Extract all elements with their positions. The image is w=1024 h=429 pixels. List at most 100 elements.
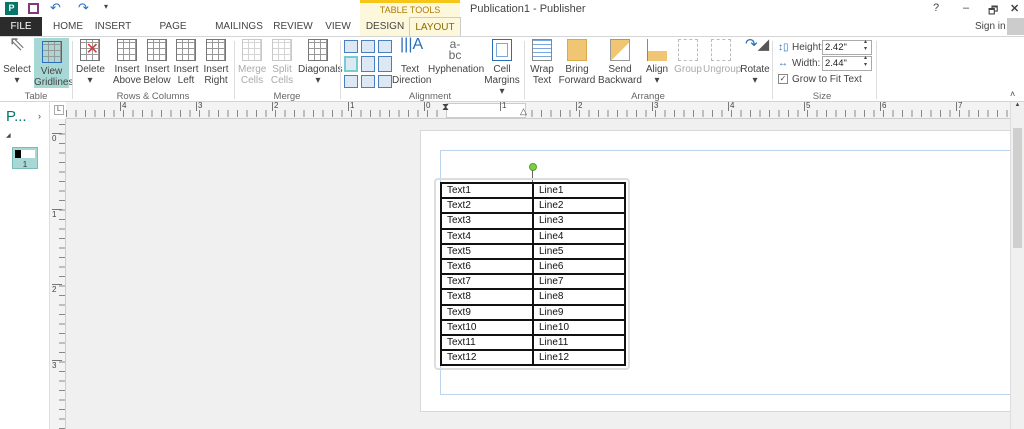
table-row[interactable]: Text4 Line4 [440,227,626,245]
table-row[interactable]: Text10 Line10 [440,318,626,336]
group-button[interactable]: Group [673,39,703,75]
table-cell[interactable]: Text10 [440,318,534,336]
table-cell[interactable]: Line1 [532,181,626,200]
tab-layout[interactable]: LAYOUT [409,17,461,36]
table-cell[interactable]: Line6 [532,257,626,276]
avatar[interactable] [1007,18,1024,35]
table-cell[interactable]: Text11 [440,333,534,352]
align-bottom-left-icon[interactable] [344,74,358,88]
scroll-up-icon[interactable]: ▲ [1011,102,1024,108]
page-thumbnail[interactable]: 1 [12,147,38,169]
table-cell[interactable]: Line2 [532,197,626,215]
tab-selector[interactable]: L [54,105,64,115]
tab-insert[interactable]: INSERT [92,17,134,36]
tab-home[interactable]: HOME [48,17,88,36]
data-table[interactable]: Text1 Line1 Text2 Line2 Text3 Line3 Text4 Line4… [440,181,626,367]
table-cell[interactable]: Text6 [440,257,534,276]
table-row[interactable]: Text1 Line1 [440,181,626,200]
undo-icon[interactable]: ↶ [50,0,61,16]
send-backward-button[interactable]: Send Backward [598,39,642,86]
expand-pane-icon[interactable]: › [38,111,41,121]
help-button[interactable]: ? [933,2,939,14]
table-cell[interactable]: Text4 [440,227,534,245]
align-top-right-icon[interactable] [378,40,392,54]
vertical-scrollbar[interactable]: ▲ [1010,102,1024,429]
rotation-handle[interactable] [529,163,537,171]
table-cell[interactable]: Line9 [532,303,626,321]
tab-review[interactable]: REVIEW [272,17,314,36]
delete-button[interactable]: ✕ Delete ▾ [76,39,105,86]
ungroup-button[interactable]: Ungroup [703,39,741,75]
table-cell[interactable]: Line3 [532,212,626,230]
scroll-thumb[interactable] [1013,128,1022,248]
table-cell[interactable]: Text12 [440,349,534,367]
ruler-label: 5 [804,101,811,111]
table-cell[interactable]: Text8 [440,288,534,306]
table-row[interactable]: Text5 Line5 [440,242,626,260]
align-center-right-icon[interactable] [378,56,392,72]
table-cell[interactable]: Text7 [440,273,534,291]
tab-design[interactable]: DESIGN [360,17,410,36]
insert-left-button[interactable]: Insert Left [172,39,200,86]
merge-cells-button[interactable]: Merge Cells [238,39,266,86]
collapse-ribbon-icon[interactable]: ˄ [1010,89,1015,99]
table-cell[interactable]: Line4 [532,227,626,245]
table-row[interactable]: Text12 Line12 [440,349,626,367]
bring-forward-button[interactable]: Bring Forward [558,39,596,86]
tab-view[interactable]: VIEW [322,17,354,36]
table-row[interactable]: Text11 Line11 [440,333,626,352]
save-icon[interactable] [28,3,39,14]
view-gridlines-button[interactable]: View Gridlines [34,38,73,88]
table-cell[interactable]: Text2 [440,197,534,215]
table-cell[interactable]: Line10 [532,318,626,336]
table-cell[interactable]: Text5 [440,242,534,260]
table-cell[interactable]: Text3 [440,212,534,230]
tab-mailings[interactable]: MAILINGS [214,17,264,36]
table-cell[interactable]: Line8 [532,288,626,306]
height-spinner[interactable]: ▴ ▾ [864,39,867,53]
left-indent-marker[interactable]: ⧗ [442,102,449,113]
horizontal-ruler[interactable]: L 4 3 2 1 0 1 2 3 4 5 6 7 ⧗ △ [54,101,1010,119]
right-indent-marker[interactable]: △ [520,106,527,117]
table-row[interactable]: Text8 Line8 [440,288,626,306]
insert-right-button[interactable]: Insert Right [202,39,230,86]
customize-qat-icon[interactable]: ▾ [104,2,108,11]
table-cell[interactable]: Line5 [532,242,626,260]
table-cell[interactable]: Line11 [532,333,626,352]
cell-margins-button[interactable]: Cell Margins ▾ [484,39,520,97]
table-row[interactable]: Text7 Line7 [440,273,626,291]
table-cell[interactable]: Text1 [440,181,534,200]
table-cell[interactable]: Line12 [532,349,626,367]
align-button[interactable]: Align ▾ [644,39,670,86]
tab-page-design[interactable]: PAGE DESIGN [140,17,206,51]
rotate-button[interactable]: ↷◢ Rotate ▾ [739,37,771,86]
table-cell[interactable]: Line7 [532,273,626,291]
align-bottom-right-icon[interactable] [378,74,392,88]
align-bottom-center-icon[interactable] [361,74,375,88]
hyphenation-button[interactable]: a-bc Hyphenation [428,38,484,75]
wrap-text-button[interactable]: Wrap Text [528,39,556,86]
table-row[interactable]: Text9 Line9 [440,303,626,321]
table-row[interactable]: Text3 Line3 [440,212,626,230]
table-cell[interactable]: Text9 [440,303,534,321]
align-top-center-icon[interactable] [361,40,375,54]
vertical-ruler[interactable]: 0 1 2 3 [50,119,66,429]
select-button[interactable]: ⇖ Select ▾ [3,34,31,86]
insert-above-button[interactable]: Insert Above [112,39,142,86]
sign-in-link[interactable]: Sign in [975,21,1006,32]
align-center-left-icon[interactable] [344,56,358,72]
table-row[interactable]: Text6 Line6 [440,257,626,276]
align-top-left-icon[interactable] [344,40,358,54]
collapse-section-icon[interactable]: ◢ [6,132,11,139]
diagonals-button[interactable]: Diagonals ▾ [298,39,342,86]
text-direction-button[interactable]: |||A Text Direction [392,37,431,87]
minimize-button[interactable]: – [963,2,969,14]
split-cells-button[interactable]: Split Cells [268,39,296,86]
width-spinner[interactable]: ▴ ▾ [864,55,867,69]
align-center-icon[interactable] [361,56,375,72]
table-row[interactable]: Text2 Line2 [440,197,626,215]
redo-icon[interactable]: ↷ [78,0,89,16]
close-button[interactable]: ✕ [1010,2,1019,15]
insert-below-button[interactable]: Insert Below [142,39,172,86]
grow-to-fit-checkbox[interactable]: ✓ [778,74,788,84]
